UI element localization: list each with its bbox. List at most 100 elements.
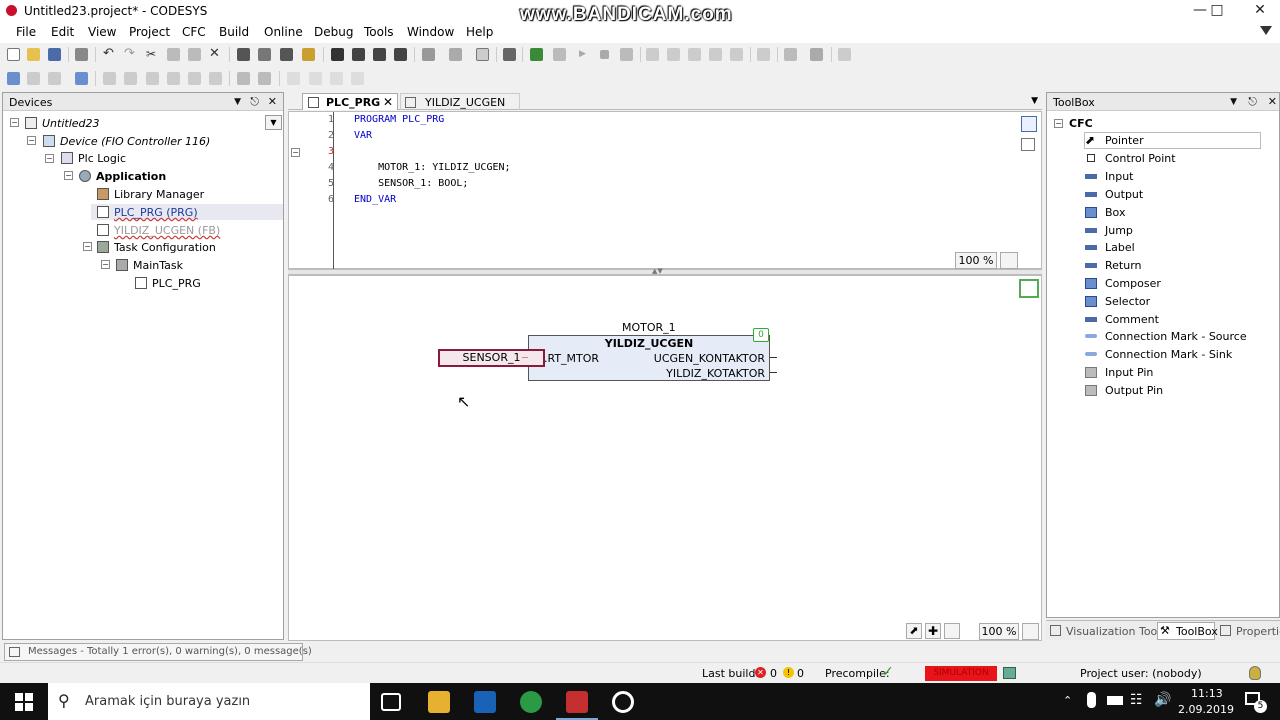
copy-icon[interactable] — [167, 48, 180, 61]
cfc-set-icon[interactable] — [146, 72, 159, 85]
close-panel-icon[interactable]: ✕ — [268, 95, 277, 108]
decl-zoom-level[interactable]: 100 % — [955, 252, 997, 269]
menu-edit[interactable]: Edit — [51, 25, 74, 39]
outlook-icon[interactable] — [474, 691, 496, 713]
tree-item-library-manager[interactable]: Library Manager — [97, 188, 204, 201]
tray-chevron-icon[interactable]: ⌃ — [1063, 694, 1072, 707]
step-out-icon[interactable] — [709, 48, 722, 61]
unforce-icon[interactable] — [838, 48, 851, 61]
cfc-front-icon[interactable] — [330, 72, 343, 85]
close-panel-icon[interactable]: ✕ — [1268, 95, 1277, 108]
menu-debug[interactable]: Debug — [314, 25, 353, 39]
menu-build[interactable]: Build — [219, 25, 249, 39]
bookmark-prev-icon[interactable] — [352, 48, 365, 61]
pin-icon[interactable]: ⎋ — [1248, 95, 1257, 109]
clock-date[interactable]: 2.09.2019 — [1178, 703, 1234, 716]
cfc-back-icon[interactable] — [351, 72, 364, 85]
open-icon[interactable] — [27, 48, 40, 61]
cfc-reset-icon[interactable] — [167, 72, 180, 85]
cfc-order-icon[interactable] — [209, 72, 222, 85]
paste-icon[interactable] — [188, 48, 201, 61]
security-shield-icon[interactable] — [1249, 666, 1261, 680]
code-line-1[interactable]: PROGRAM PLC_PRG — [354, 114, 444, 125]
tab-properties[interactable]: Properties — [1218, 623, 1280, 640]
filter-icon[interactable] — [1260, 26, 1272, 35]
chrome-icon[interactable] — [520, 691, 542, 713]
textual-view-icon[interactable] — [1021, 116, 1037, 132]
tree-item-plc-logic[interactable]: Plc Logic — [61, 152, 126, 165]
login-icon[interactable] — [530, 48, 543, 61]
window-icon[interactable] — [422, 48, 435, 61]
menu-cfc[interactable]: CFC — [182, 25, 206, 39]
tab-list-dropdown-icon[interactable]: ▼ — [1031, 96, 1038, 106]
step-into-icon[interactable] — [688, 48, 701, 61]
error-count[interactable]: 0 — [770, 667, 777, 680]
block-instance-name[interactable]: MOTOR_1 — [622, 321, 676, 334]
clock-time[interactable]: 11:13 — [1191, 687, 1223, 700]
zoom-icon[interactable] — [1000, 252, 1018, 269]
simulation-indicator[interactable]: SIMULATION — [925, 666, 997, 681]
battery-icon[interactable] — [1107, 696, 1123, 705]
pointer-mode-icon[interactable]: ⬈ — [906, 623, 922, 639]
cfc-zoom-icon[interactable] — [1022, 623, 1039, 640]
cfc-input-icon[interactable] — [7, 72, 20, 85]
tree-item-application[interactable]: Application — [79, 170, 166, 183]
build-icon[interactable] — [503, 48, 516, 61]
run-to-cursor-icon[interactable] — [730, 48, 743, 61]
tree-item-maintask[interactable]: MainTask — [116, 259, 183, 272]
panel-dropdown-icon[interactable]: ▼ — [1230, 97, 1237, 107]
menu-file[interactable]: File — [16, 25, 36, 39]
cfc-group-icon[interactable] — [287, 72, 300, 85]
new-project-icon[interactable] — [7, 48, 20, 61]
task-view-icon[interactable] — [381, 693, 401, 711]
stop-icon[interactable] — [600, 50, 609, 59]
cfc-mode-icon[interactable] — [1019, 279, 1039, 298]
tree-item-yildiz-ucgen[interactable]: YILDIZ_UCGEN (FB) — [97, 224, 220, 237]
file-explorer-icon[interactable] — [428, 691, 450, 713]
tab-close-icon[interactable]: ✕ — [383, 95, 393, 109]
tabular-view-icon[interactable] — [1021, 138, 1035, 151]
redo-icon[interactable]: ↷ — [124, 47, 137, 61]
print-icon[interactable] — [75, 48, 88, 61]
tree-item-task-plc-prg[interactable]: PLC_PRG — [135, 277, 201, 290]
start-icon[interactable]: ▶ — [579, 48, 592, 61]
panel-dropdown-icon[interactable]: ▼ — [234, 97, 241, 107]
zoom-mode-icon[interactable] — [944, 623, 960, 639]
codesys-taskbar-icon[interactable] — [566, 691, 588, 713]
function-block[interactable]: YILDIZ_UCGEN ...RT_MTOR UCGEN_KONTAKTOR … — [528, 335, 770, 381]
set-next-statement-icon[interactable] — [757, 48, 770, 61]
simulation-device-icon[interactable] — [1003, 667, 1016, 679]
cfc-ungroup-icon[interactable] — [309, 72, 322, 85]
fold-toggle[interactable]: − — [291, 148, 300, 157]
cfc-edge-icon[interactable] — [124, 72, 137, 85]
warning-count[interactable]: 0 — [797, 667, 804, 680]
microphone-icon[interactable] — [1087, 692, 1096, 708]
sensor-input-element[interactable]: SENSOR_1 — [438, 349, 545, 367]
execution-order-badge[interactable]: 0 — [753, 328, 769, 342]
code-line-2[interactable]: VAR — [354, 130, 372, 141]
reset-icon[interactable] — [620, 48, 633, 61]
block-input-pin[interactable]: ...RT_MTOR — [537, 352, 599, 365]
windows-start-icon[interactable] — [15, 693, 33, 711]
delete-icon[interactable]: ✕ — [209, 47, 222, 61]
splitter-arrows-icon[interactable]: ▲▼ — [652, 267, 663, 275]
tab-toolbox[interactable]: ⚒ ToolBox — [1157, 622, 1218, 640]
breakpoint-icon[interactable] — [646, 48, 659, 61]
bookmark-icon[interactable] — [331, 48, 344, 61]
tree-collapse-toggle[interactable]: − — [83, 242, 92, 251]
messages-tab[interactable]: Messages - Totally 1 error(s), 0 warning… — [4, 643, 312, 661]
cfc-negate-icon[interactable] — [103, 72, 116, 85]
find-icon[interactable] — [237, 48, 250, 61]
menu-project[interactable]: Project — [129, 25, 170, 39]
code-line-6[interactable]: END_VAR — [354, 194, 396, 205]
save-icon[interactable] — [48, 48, 61, 61]
declaration-editor[interactable]: − 100 % — [288, 111, 1042, 270]
block-output-yildiz[interactable]: YILDIZ_KOTAKTOR — [666, 367, 765, 380]
precompile-ok-icon[interactable]: ✓ — [882, 664, 894, 680]
taskbar-search-box[interactable]: ⚲ Aramak için buraya yazın — [48, 683, 370, 720]
cfc-box-icon[interactable] — [48, 72, 61, 85]
cfc-pin-icon[interactable] — [75, 72, 88, 85]
pan-mode-icon[interactable]: ✚ — [925, 623, 941, 639]
cfc-zoom-level[interactable]: 100 % — [979, 623, 1019, 640]
write-values-icon[interactable] — [784, 48, 797, 61]
